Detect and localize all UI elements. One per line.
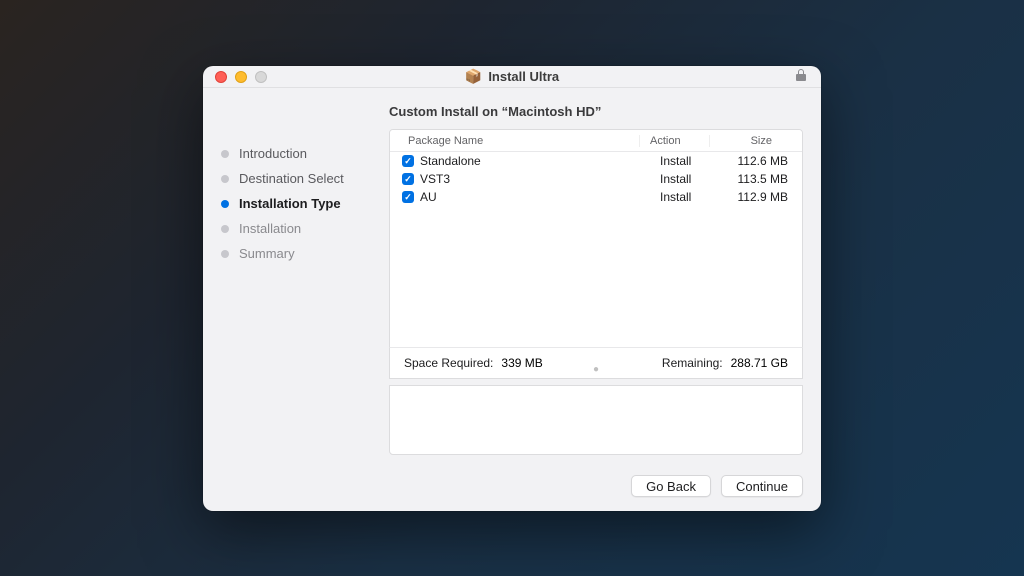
- package-table: Package Name Action Size ✓ Standalone In…: [389, 129, 803, 348]
- traffic-lights: [215, 71, 267, 83]
- titlebar: 📦 Install Ultra: [203, 66, 821, 88]
- table-row[interactable]: ✓ AU Install 112.9 MB: [390, 188, 802, 206]
- page-heading: Custom Install on “Macintosh HD”: [389, 104, 803, 119]
- step-installation: Installation: [221, 221, 373, 236]
- step-summary: Summary: [221, 246, 373, 261]
- step-label: Summary: [239, 246, 295, 261]
- step-label: Installation: [239, 221, 301, 236]
- step-bullet-icon: [221, 225, 229, 233]
- installer-window: 📦 Install Ultra Introduction Destination…: [203, 66, 821, 511]
- checkbox-vst3[interactable]: ✓: [402, 173, 414, 185]
- column-size[interactable]: Size: [710, 135, 782, 147]
- package-action: Install: [650, 172, 720, 186]
- sidebar: Introduction Destination Select Installa…: [221, 104, 373, 455]
- step-bullet-icon: [221, 200, 229, 208]
- step-label: Installation Type: [239, 196, 341, 211]
- step-bullet-icon: [221, 250, 229, 258]
- remaining-value: 288.71 GB: [731, 356, 788, 370]
- step-introduction: Introduction: [221, 146, 373, 161]
- package-name: AU: [420, 190, 437, 204]
- remaining-label: Remaining:: [662, 356, 723, 370]
- description-panel: ●: [389, 385, 803, 455]
- package-name: VST3: [420, 172, 450, 186]
- package-name: Standalone: [420, 154, 481, 168]
- maximize-button: [255, 71, 267, 83]
- step-installation-type: Installation Type: [221, 196, 373, 211]
- window-title-group: 📦 Install Ultra: [465, 68, 559, 85]
- checkbox-standalone[interactable]: ✓: [402, 155, 414, 167]
- close-button[interactable]: [215, 71, 227, 83]
- lock-icon[interactable]: [795, 68, 807, 85]
- minimize-button[interactable]: [235, 71, 247, 83]
- step-destination-select: Destination Select: [221, 171, 373, 186]
- table-header: Package Name Action Size: [390, 130, 802, 152]
- package-size: 112.6 MB: [720, 154, 792, 168]
- table-row[interactable]: ✓ Standalone Install 112.6 MB: [390, 152, 802, 170]
- resize-handle-icon[interactable]: ●: [593, 364, 599, 375]
- step-label: Introduction: [239, 146, 307, 161]
- package-size: 113.5 MB: [720, 172, 792, 186]
- main-content: Custom Install on “Macintosh HD” Package…: [389, 104, 803, 455]
- step-label: Destination Select: [239, 171, 344, 186]
- checkbox-au[interactable]: ✓: [402, 191, 414, 203]
- window-title: Install Ultra: [488, 69, 559, 84]
- space-required-value: 339 MB: [501, 356, 542, 370]
- step-bullet-icon: [221, 150, 229, 158]
- footer: Go Back Continue: [221, 471, 803, 497]
- column-action[interactable]: Action: [640, 135, 710, 147]
- package-action: Install: [650, 190, 720, 204]
- package-icon: 📦: [465, 68, 482, 85]
- table-row[interactable]: ✓ VST3 Install 113.5 MB: [390, 170, 802, 188]
- column-package-name[interactable]: Package Name: [390, 135, 640, 147]
- continue-button[interactable]: Continue: [721, 475, 803, 497]
- step-bullet-icon: [221, 175, 229, 183]
- package-size: 112.9 MB: [720, 190, 792, 204]
- go-back-button[interactable]: Go Back: [631, 475, 711, 497]
- space-required-label: Space Required:: [404, 356, 493, 370]
- package-action: Install: [650, 154, 720, 168]
- table-body: ✓ Standalone Install 112.6 MB ✓ VST3: [390, 152, 802, 347]
